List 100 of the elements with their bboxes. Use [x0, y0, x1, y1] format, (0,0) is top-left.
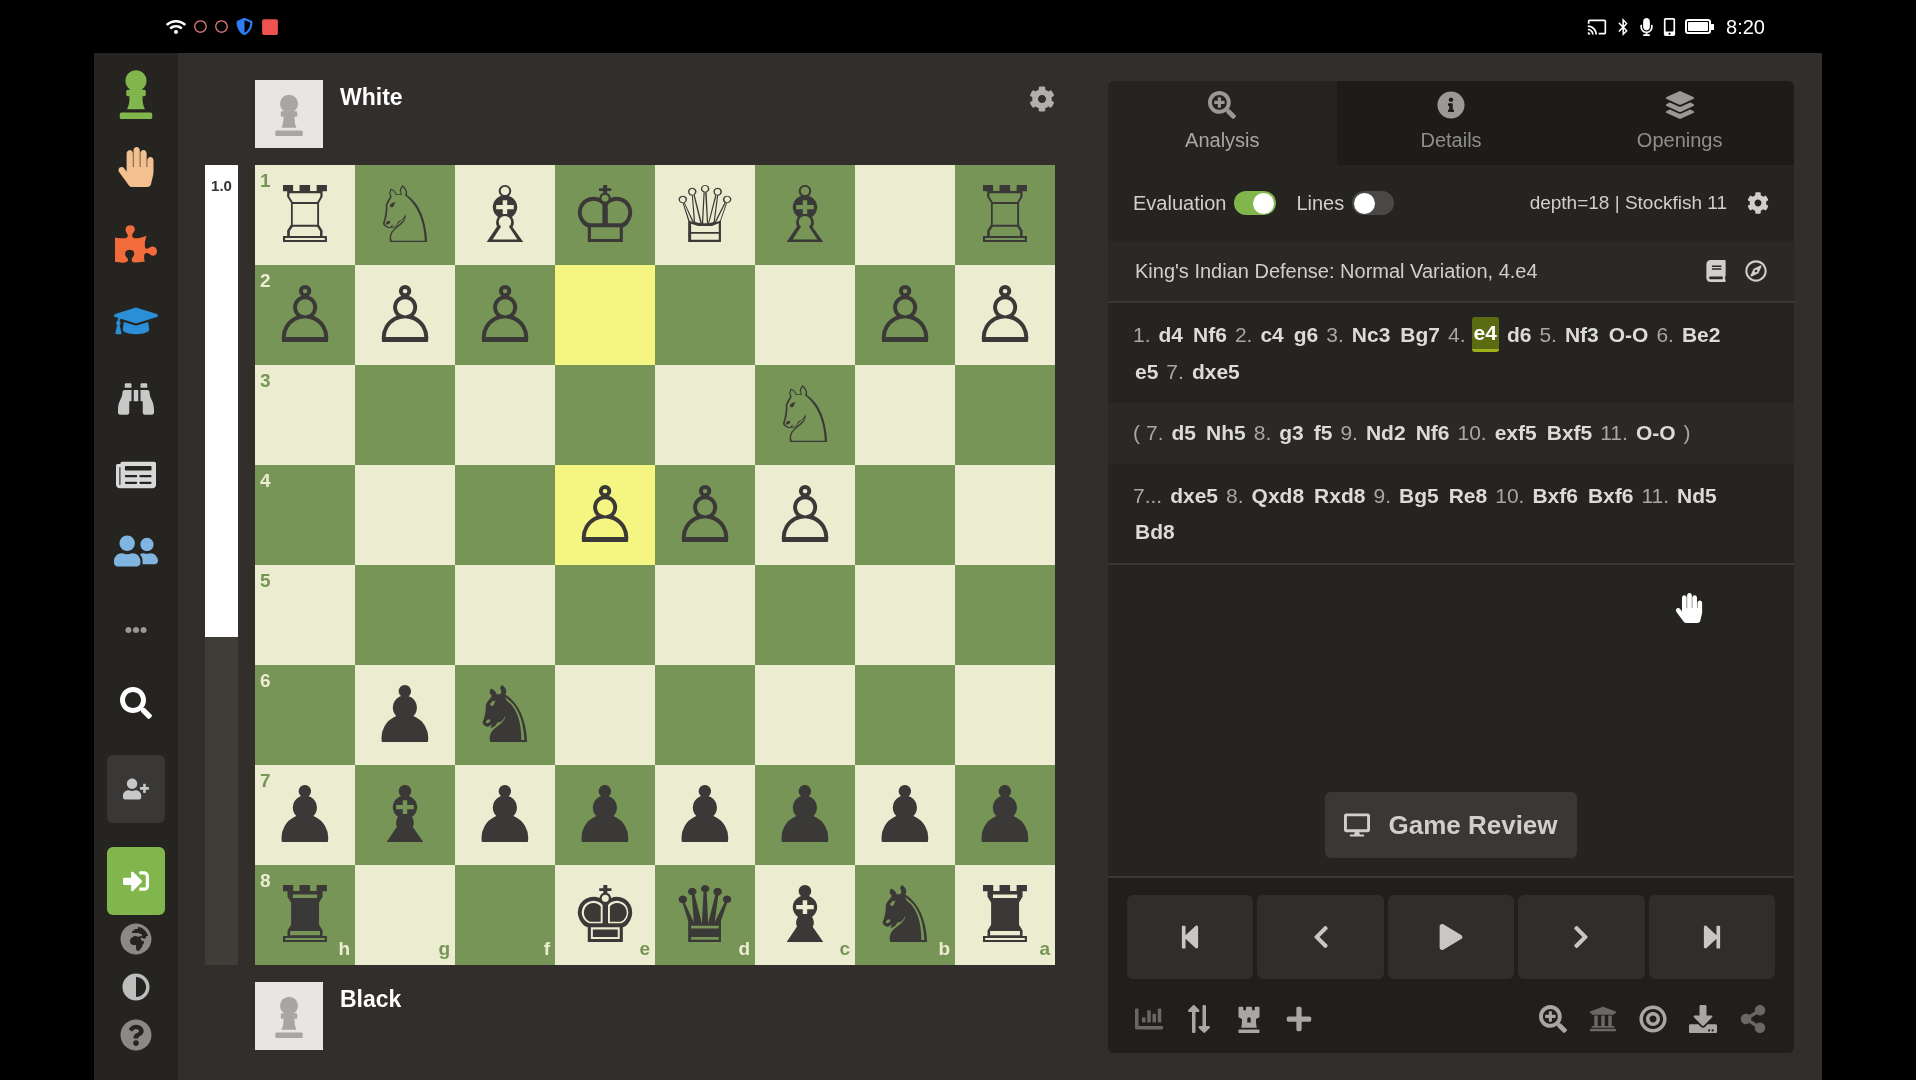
board-square[interactable]: ♙: [755, 465, 855, 565]
board-square[interactable]: ♙: [355, 265, 455, 365]
chess-piece[interactable]: ♕: [670, 176, 740, 254]
move[interactable]: Bg5: [1397, 480, 1441, 512]
move[interactable]: c4: [1258, 318, 1286, 350]
last-move-button[interactable]: [1648, 895, 1776, 979]
move[interactable]: Be2: [1679, 318, 1723, 350]
move[interactable]: Nf3: [1562, 318, 1601, 350]
tab[interactable]: Details: [1336, 81, 1566, 165]
share-icon[interactable]: [1739, 1005, 1767, 1033]
toggle-switch[interactable]: [1234, 191, 1277, 215]
move[interactable]: e4: [1471, 317, 1499, 352]
move[interactable]: Rxd8: [1312, 480, 1368, 512]
board-square[interactable]: ♟: [855, 765, 955, 865]
move[interactable]: O-O: [1633, 417, 1678, 449]
toggle-switch[interactable]: [1352, 191, 1395, 215]
move[interactable]: d6: [1504, 318, 1534, 350]
download-icon[interactable]: [1689, 1005, 1717, 1033]
add-user-button[interactable]: [107, 755, 165, 823]
move[interactable]: exf5: [1492, 417, 1539, 449]
move[interactable]: d5: [1169, 417, 1199, 449]
target-icon[interactable]: [1639, 1005, 1667, 1033]
tab[interactable]: Openings: [1565, 81, 1794, 165]
chess-piece[interactable]: ♟: [470, 776, 540, 854]
move[interactable]: Nc3: [1349, 318, 1393, 350]
chess-piece[interactable]: ♝: [770, 876, 840, 954]
hand-icon[interactable]: [116, 147, 156, 187]
help-icon[interactable]: [120, 1019, 152, 1051]
stack-icon: [1665, 91, 1694, 119]
plus-icon[interactable]: [1285, 1005, 1313, 1033]
board-square[interactable]: ♕: [655, 165, 755, 265]
binoculars-icon[interactable]: [115, 381, 157, 417]
rank-label: 4: [260, 469, 271, 493]
board-square[interactable]: ♟: [355, 665, 455, 765]
login-button[interactable]: [107, 847, 165, 915]
move[interactable]: Bxf5: [1544, 417, 1595, 449]
move[interactable]: Nf6: [1413, 417, 1452, 449]
board-square[interactable]: ♙: [955, 265, 1055, 365]
chess-piece[interactable]: ♟: [870, 776, 940, 854]
move[interactable]: Nd2: [1363, 417, 1408, 449]
compass-icon[interactable]: [1745, 260, 1767, 282]
first-move-button[interactable]: [1127, 895, 1254, 979]
chess-piece[interactable]: ♙: [370, 276, 440, 354]
globe-icon[interactable]: [120, 923, 152, 955]
chess-piece[interactable]: ♟: [370, 676, 440, 754]
chess-piece[interactable]: ♚: [570, 876, 640, 954]
move[interactable]: Nf6: [1191, 318, 1229, 350]
move[interactable]: d4: [1156, 318, 1186, 350]
move[interactable]: Bg7: [1398, 318, 1442, 350]
move[interactable]: Bxf6: [1585, 480, 1636, 512]
move[interactable]: dxe5: [1189, 355, 1242, 387]
login-icon: [123, 868, 149, 894]
board-square[interactable]: ♙: [555, 465, 655, 565]
chess-piece[interactable]: ♙: [970, 276, 1040, 354]
people-icon[interactable]: [114, 533, 158, 569]
move-number: 3.: [1326, 321, 1344, 348]
move[interactable]: dxe5: [1168, 480, 1221, 512]
play-button[interactable]: [1387, 895, 1515, 979]
chess-piece[interactable]: ♙: [770, 476, 840, 554]
chess-piece[interactable]: ♗: [470, 176, 540, 254]
chess-piece[interactable]: ♟: [670, 776, 740, 854]
settings-icon[interactable]: [1029, 86, 1055, 112]
vibrate-icon: [1662, 17, 1678, 36]
chess-piece[interactable]: ♖: [270, 176, 340, 254]
move[interactable]: O-O: [1606, 318, 1651, 350]
rank-label: 3: [260, 369, 271, 393]
book-icon[interactable]: [1705, 260, 1727, 282]
app-icon: [236, 18, 253, 35]
move[interactable]: Qxd8: [1249, 480, 1307, 512]
microphone-icon: [1639, 17, 1655, 36]
chess-piece[interactable]: ♜: [970, 876, 1040, 954]
flip-board-icon[interactable]: [1185, 1005, 1213, 1033]
move[interactable]: g6: [1291, 318, 1321, 350]
search-icon[interactable]: [1539, 1005, 1567, 1033]
move[interactable]: e5: [1133, 355, 1161, 387]
file-label: d: [738, 936, 750, 961]
library-icon[interactable]: [1589, 1005, 1617, 1033]
move[interactable]: f5: [1311, 417, 1335, 449]
move[interactable]: Re8: [1446, 480, 1490, 512]
move-number: 9.: [1340, 420, 1358, 446]
move-number: 1.: [1133, 321, 1151, 348]
chess-piece[interactable]: ♟: [270, 776, 340, 854]
move[interactable]: Bd8: [1133, 515, 1177, 547]
brightness-icon[interactable]: [122, 973, 150, 1001]
move[interactable]: Bxf6: [1530, 480, 1580, 512]
chess-piece[interactable]: ♙: [570, 476, 640, 554]
move[interactable]: Nh5: [1204, 417, 1248, 449]
move[interactable]: Nd5: [1675, 480, 1719, 512]
file-label: c: [839, 936, 850, 961]
move[interactable]: g3: [1277, 417, 1306, 449]
board-square[interactable]: ♗: [455, 165, 555, 265]
rank-label: 1: [260, 169, 271, 193]
move-number: 5.: [1539, 321, 1557, 348]
search-icon[interactable]: [120, 687, 152, 719]
game-review-button[interactable]: Game Review: [1325, 792, 1577, 858]
board-square[interactable]: ♟: [655, 765, 755, 865]
settings-icon[interactable]: [1747, 192, 1769, 214]
move-number: 10.: [1457, 420, 1487, 446]
puzzle-icon[interactable]: [115, 223, 157, 265]
board-square[interactable]: ♟: [455, 765, 555, 865]
